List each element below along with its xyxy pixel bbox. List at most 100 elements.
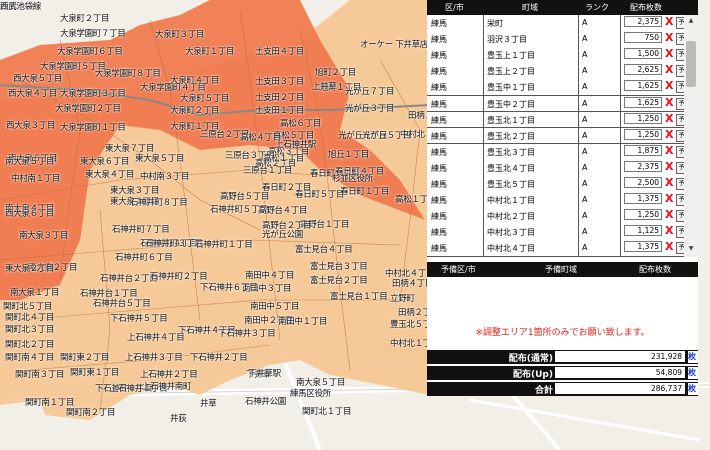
row-count-input[interactable]: 1,250 [624, 112, 662, 124]
map-area-label: 土支田４丁目 [255, 47, 305, 57]
row-town: 中村北２丁目 [487, 212, 535, 222]
map-area-label: 光が丘３丁目 [345, 104, 395, 114]
map-area-label: 富士見台２丁目 [310, 276, 368, 286]
map-area-label: 下石神井２丁目 [190, 353, 248, 363]
row-rank: A [582, 227, 588, 237]
row-town: 中村北４丁目 [487, 244, 535, 254]
table-row[interactable]: 練馬 豊玉北５丁目 A 2,500 X 予 [427, 176, 687, 193]
table-row[interactable]: 練馬 栄町 A 2,375 X 予 [427, 15, 687, 32]
map-area-label: 関町南４丁目 [5, 353, 55, 363]
remove-icon[interactable]: X [665, 225, 673, 237]
map-area-label: 大泉学園町２丁目 [55, 104, 121, 114]
row-count-input[interactable]: 2,500 [624, 177, 662, 188]
map-area-label: 大泉町５丁目 [180, 94, 230, 104]
map-area-label: 関町北４丁目 [5, 313, 55, 323]
table-row[interactable]: 練馬 中村北２丁目 A 1,250 X 予 [427, 208, 687, 225]
map-area-label: 土支田２丁目 [255, 93, 305, 103]
row-count-input[interactable]: 1,625 [624, 96, 662, 108]
row-ward: 練馬 [431, 115, 447, 125]
row-count-input[interactable]: 750 [624, 32, 662, 44]
map-area-label: 南大泉５丁目 [5, 157, 55, 167]
remove-icon[interactable]: X [665, 16, 673, 28]
table-row[interactable]: 練馬 豊玉上２丁目 A 2,625 X 予 [427, 63, 687, 81]
map-area-label: 富士見台３丁目 [310, 262, 368, 272]
row-count-input[interactable]: 1,500 [624, 48, 662, 60]
map-area-label: 旭丘１丁目 [328, 150, 370, 160]
row-rank: A [582, 211, 588, 221]
row-count-input[interactable]: 1,375 [624, 241, 662, 253]
row-rank: A [582, 130, 588, 140]
row-ward: 練馬 [431, 19, 447, 28]
total-normal-label: 配布(通常) [508, 354, 553, 364]
remove-icon[interactable]: X [665, 160, 673, 173]
map-area-label: 関町北３丁目 [5, 325, 55, 335]
map-area-label: 大泉町４丁目 [170, 76, 220, 86]
table-row[interactable]: 練馬 豊玉北２丁目 A 1,250 X 予 [427, 127, 687, 145]
map-area-label: 下井草駅 [248, 369, 281, 379]
remove-icon[interactable]: X [665, 32, 673, 44]
table-row[interactable]: 練馬 豊玉中２丁目 A 1,625 X 予 [427, 95, 687, 113]
row-count-input[interactable]: 1,875 [624, 144, 662, 156]
area-table[interactable]: 練馬 栄町 A 2,375 X 予練馬 羽沢３丁目 A 750 X 予練馬 豊玉上１丁目 A 1,500 X… [427, 15, 698, 257]
remove-icon[interactable]: X [665, 209, 673, 221]
map-area-label: 富士見台１丁目 [330, 292, 388, 302]
row-count-input[interactable]: 2,375 [624, 160, 662, 172]
reserve-table-body[interactable] [427, 277, 698, 317]
map-area-label: 立野町 [390, 294, 415, 304]
row-ward: 練馬 [431, 212, 447, 222]
scroll-down-icon[interactable]: ▼ [686, 245, 696, 255]
map-area-label: 大泉町１丁目 [185, 47, 235, 57]
map-area-label: 大泉学園町３丁目 [60, 89, 126, 99]
row-count-input[interactable]: 2,375 [624, 16, 662, 27]
row-rank: A [582, 66, 588, 76]
row-count-input[interactable]: 1,250 [624, 209, 662, 221]
remove-icon[interactable]: X [665, 193, 673, 205]
row-town: 豊玉北５丁目 [487, 180, 535, 189]
map-area-label: 東大泉５丁目 [135, 154, 185, 164]
remove-icon[interactable]: X [665, 96, 673, 109]
row-ward: 練馬 [431, 196, 447, 206]
map-area-label: 西大泉６丁目 [5, 209, 55, 219]
remove-icon[interactable]: X [665, 48, 673, 60]
row-count-input[interactable]: 1,250 [624, 128, 662, 140]
map-area-label: 大泉町３丁目 [155, 30, 205, 40]
table-row[interactable]: 練馬 中村北４丁目 A 1,375 X 予 [427, 240, 687, 257]
map-area-label: 富士見台４丁目 [295, 245, 353, 255]
row-ward: 練馬 [431, 147, 447, 157]
map-area-label: 春日町２丁目 [262, 183, 312, 193]
scroll-up-icon[interactable]: ▲ [686, 17, 696, 27]
map-area-label: 南田中５丁目 [250, 302, 300, 312]
table-row[interactable]: 練馬 豊玉上１丁目 A 1,500 X 予 [427, 47, 687, 64]
table-row[interactable]: 練馬 羽沢３丁目 A 750 X 予 [427, 31, 687, 48]
row-count-input[interactable]: 1,375 [624, 193, 662, 205]
scroll-thumb[interactable] [686, 41, 696, 87]
remove-icon[interactable]: X [665, 144, 673, 157]
row-town: 豊玉中１丁目 [487, 83, 535, 93]
map-area-label: 大泉学園町８丁目 [95, 69, 161, 79]
row-rank: A [582, 50, 588, 60]
table-row[interactable]: 練馬 豊玉北４丁目 A 2,375 X 予 [427, 159, 687, 177]
row-rank: A [582, 98, 588, 108]
row-count-input[interactable]: 1,125 [624, 225, 662, 237]
table-row[interactable]: 練馬 中村北３丁目 A 1,125 X 予 [427, 224, 687, 242]
map-area-label: 石神井町１丁目 [195, 240, 253, 250]
map-area-label: 関町東１丁目 [70, 368, 120, 378]
notice-text: ※調整エリア1箇所のみでお願い致します。 [475, 328, 650, 338]
row-town: 豊玉中２丁目 [487, 99, 535, 109]
map-area-label: 南田中１丁目 [278, 317, 328, 327]
table-scrollbar[interactable]: ▲ ▼ [684, 15, 698, 257]
remove-icon[interactable]: X [665, 112, 673, 125]
row-count-input[interactable]: 1,625 [624, 80, 662, 92]
row-town: 豊玉北２丁目 [487, 131, 535, 141]
row-count-input[interactable]: 2,625 [624, 64, 662, 76]
table-row[interactable]: 練馬 豊玉北１丁目 A 1,250 X 予 [427, 111, 687, 129]
remove-icon[interactable]: X [665, 177, 673, 189]
table-row[interactable]: 練馬 中村北１丁目 A 1,375 X 予 [427, 192, 687, 209]
remove-icon[interactable]: X [665, 128, 673, 141]
remove-icon[interactable]: X [665, 64, 673, 76]
table-row[interactable]: 練馬 豊玉中１丁目 A 1,625 X 予 [427, 79, 687, 97]
remove-icon[interactable]: X [665, 241, 673, 253]
table-row[interactable]: 練馬 豊玉北３丁目 A 1,875 X 予 [427, 143, 687, 161]
map-area-label: 高松６丁目 [280, 119, 322, 129]
remove-icon[interactable]: X [665, 80, 673, 92]
